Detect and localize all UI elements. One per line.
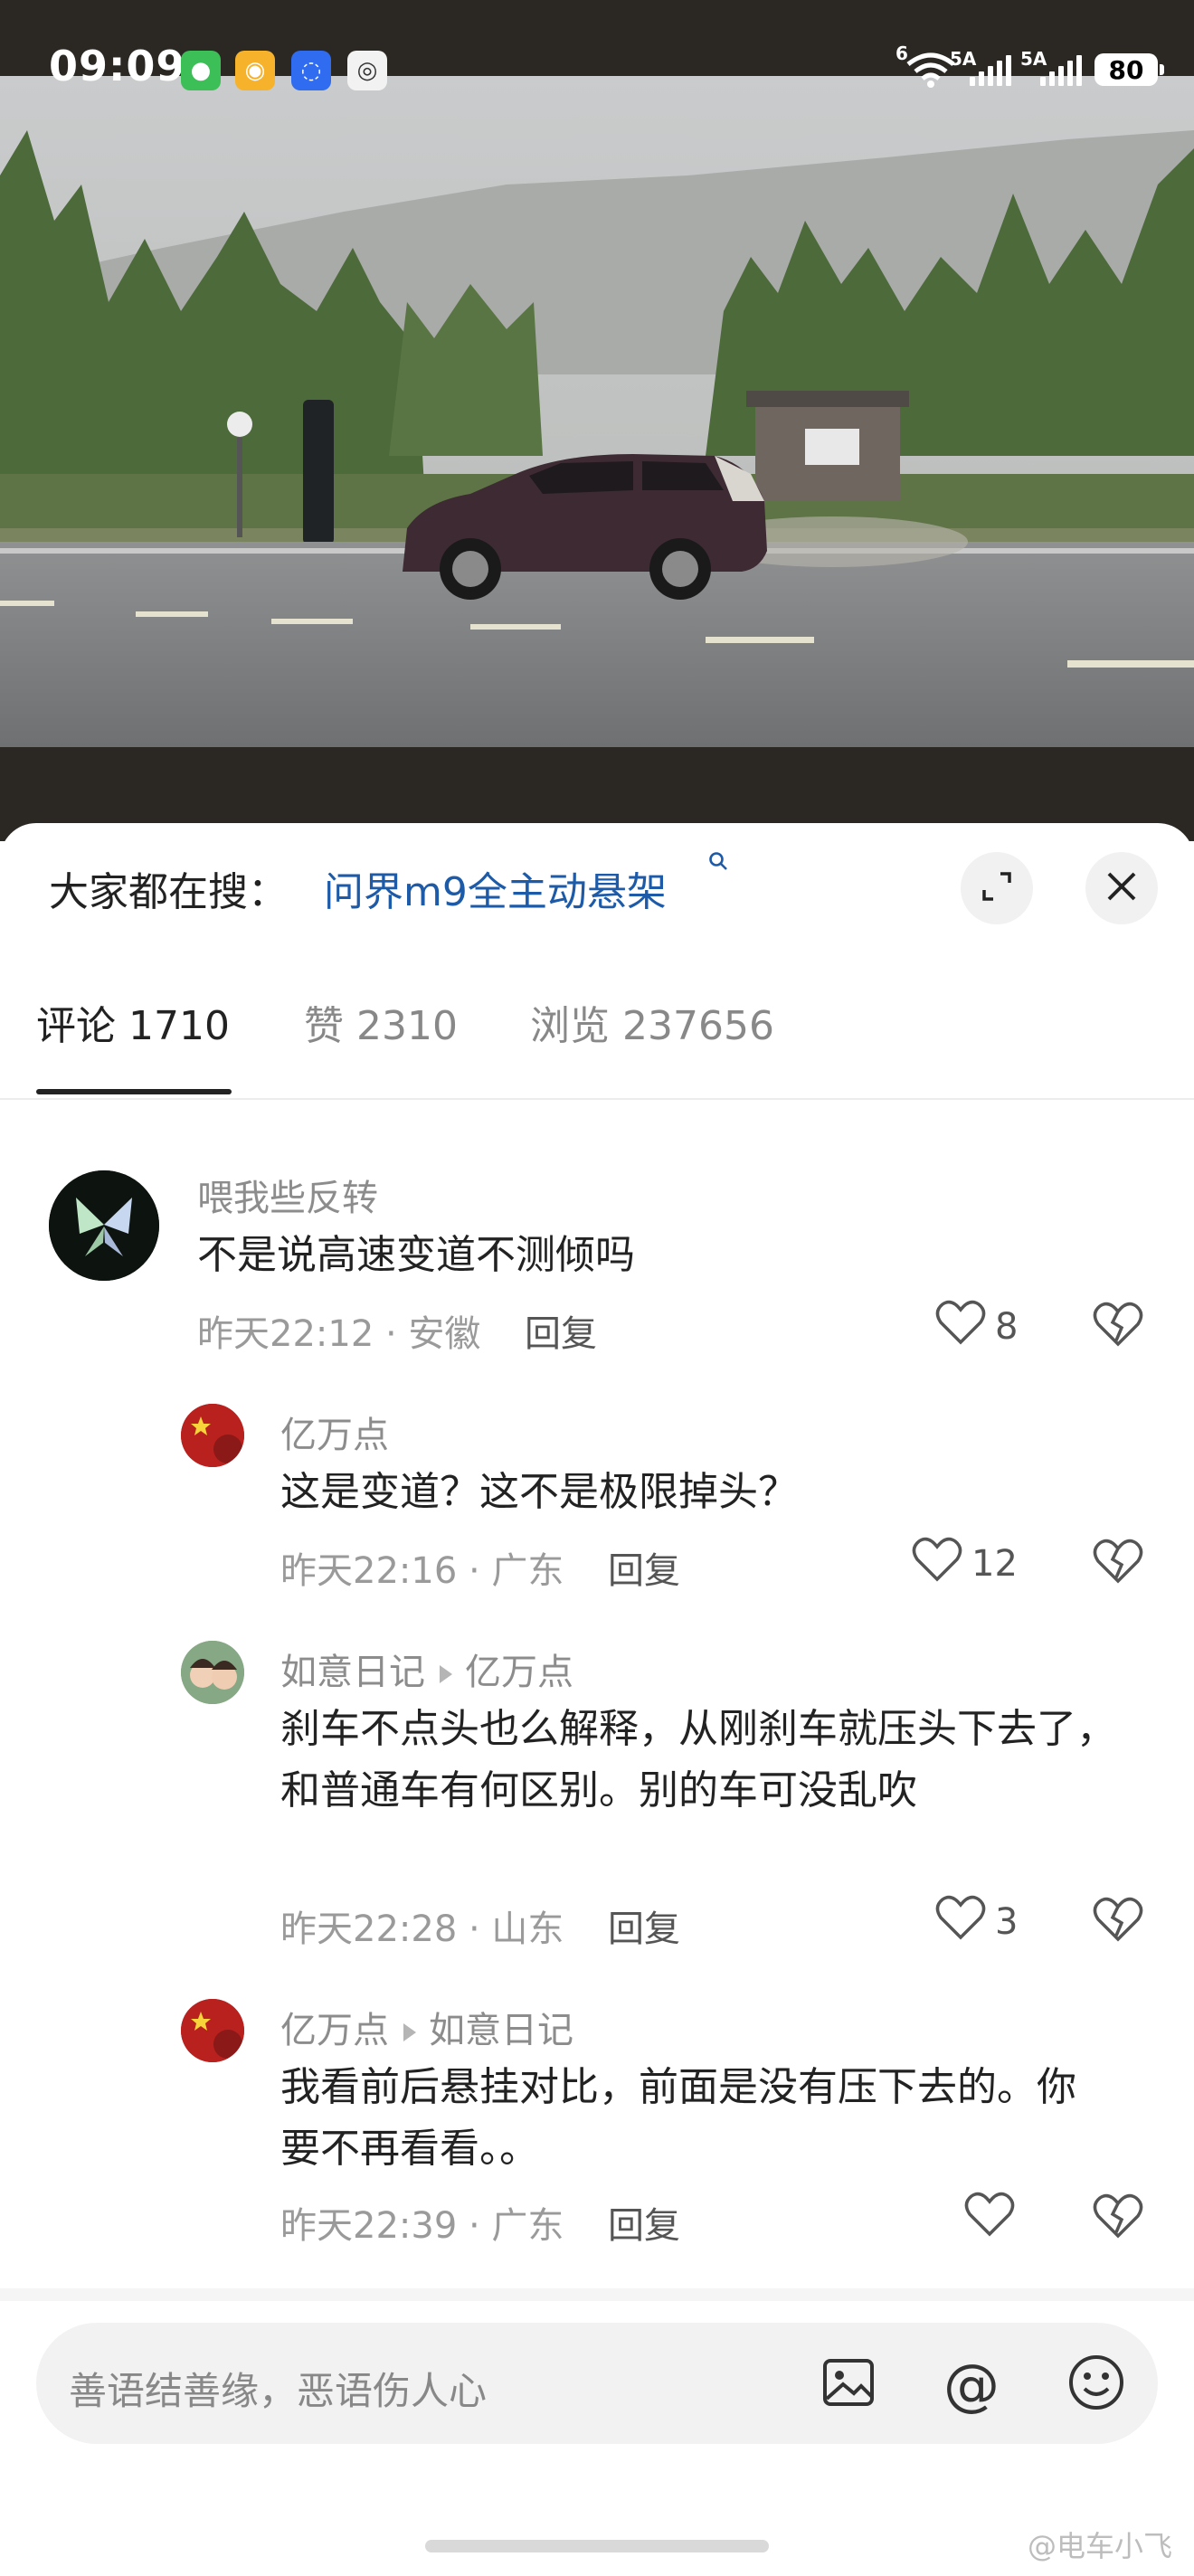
at-icon: @ bbox=[943, 2351, 1000, 2418]
video-player[interactable]: 09:09 ● ◉ ◌ ◎ 6 5A 5A 80 bbox=[0, 0, 1194, 841]
reply-username: 亿万点 如意日记 bbox=[280, 2001, 573, 2053]
reply-author[interactable]: 亿万点 bbox=[280, 2010, 389, 2051]
close-icon bbox=[1102, 867, 1142, 910]
like-count: 3 bbox=[995, 1901, 1019, 1943]
heart-icon bbox=[935, 1894, 986, 1950]
heart-icon bbox=[964, 2191, 1015, 2247]
sim1-label: 5A bbox=[950, 48, 977, 70]
tab-views[interactable]: 浏览 237656 bbox=[530, 993, 774, 1051]
reply-button[interactable]: 回复 bbox=[608, 2196, 680, 2249]
search-icon bbox=[707, 850, 729, 878]
like-button[interactable]: 12 bbox=[912, 1536, 1018, 1592]
like-button[interactable] bbox=[964, 2191, 1024, 2247]
sim2-label: 5A bbox=[1020, 48, 1047, 70]
dislike-button[interactable] bbox=[1093, 1301, 1143, 1351]
broken-heart-icon bbox=[1093, 2193, 1143, 2243]
battery-icon: 80 bbox=[1094, 53, 1164, 86]
wechat-icon: ● bbox=[181, 51, 221, 90]
expand-button[interactable] bbox=[961, 852, 1033, 924]
comment-text: 不是说高速变道不测倾吗 bbox=[197, 1232, 635, 1278]
reply-text: 我看前后悬挂对比，前面是没有压下去的。你要不再看看。。 bbox=[280, 2064, 1076, 2172]
bulb-app-icon: ◌ bbox=[291, 51, 331, 90]
search-suggestion-link[interactable]: 问界m9全主动悬架 bbox=[324, 859, 667, 917]
divider bbox=[0, 2288, 1194, 2301]
comment-time-location: 昨天22:12 · 安徽 bbox=[197, 1313, 481, 1355]
broken-heart-icon bbox=[1093, 1302, 1143, 1351]
comment-sheet: 大家都在搜： 问界m9全主动悬架 评论 1710 赞 2310 浏览 23765… bbox=[0, 823, 1194, 2576]
reply-to-arrow-icon bbox=[403, 2023, 416, 2041]
search-prefix: 大家都在搜： bbox=[49, 869, 288, 915]
reply-time-location: 昨天22:28 · 山东 bbox=[280, 1908, 564, 1950]
avatar[interactable] bbox=[49, 1170, 159, 1281]
signal-icon-sim2: 5A bbox=[1020, 48, 1082, 86]
tab-bar: 评论 1710 赞 2310 浏览 237656 bbox=[0, 984, 1194, 1100]
watermark: @电车小飞 bbox=[1027, 2529, 1172, 2563]
like-button[interactable]: 8 bbox=[935, 1299, 1018, 1355]
emoji-button[interactable] bbox=[1062, 2350, 1131, 2419]
status-bar: 09:09 ● ◉ ◌ ◎ 6 5A 5A 80 bbox=[0, 0, 1194, 136]
like-button[interactable]: 3 bbox=[935, 1894, 1018, 1950]
mention-button[interactable]: @ bbox=[937, 2350, 1006, 2419]
like-count: 8 bbox=[995, 1306, 1019, 1348]
video-frame bbox=[0, 76, 1194, 747]
signal-icon-sim1: 5A bbox=[950, 48, 1011, 86]
camera-app-icon: ◎ bbox=[347, 51, 387, 90]
heart-icon bbox=[935, 1299, 986, 1355]
reply-time-location: 昨天22:16 · 广东 bbox=[280, 1550, 564, 1592]
comment-input-bar[interactable]: 善语结善缘，恶语伤人心 @ bbox=[36, 2323, 1158, 2444]
dislike-button[interactable] bbox=[1093, 1896, 1143, 1946]
search-suggestion-row: 大家都在搜： 问界m9全主动悬架 bbox=[0, 823, 1194, 941]
reply-button[interactable]: 回复 bbox=[608, 1541, 680, 1594]
heart-icon bbox=[912, 1536, 962, 1592]
like-count: 12 bbox=[971, 1543, 1018, 1585]
status-time: 09:09 bbox=[49, 42, 186, 90]
close-button[interactable] bbox=[1085, 852, 1158, 924]
broken-heart-icon bbox=[1093, 1897, 1143, 1946]
tab-likes[interactable]: 赞 2310 bbox=[304, 993, 458, 1051]
reply-username: 如意日记 亿万点 bbox=[280, 1643, 573, 1695]
dislike-button[interactable] bbox=[1093, 2192, 1143, 2243]
emoji-icon bbox=[1066, 2353, 1126, 2416]
avatar[interactable] bbox=[181, 1641, 244, 1704]
reply-time-location: 昨天22:39 · 广东 bbox=[280, 2205, 564, 2247]
reply-text: 刹车不点头也么解释，从刚刹车就压头下去了，和普通车有何区别。别的车可没乱吹 bbox=[280, 1706, 1116, 1814]
active-tab-indicator bbox=[36, 1089, 232, 1094]
reply-author[interactable]: 如意日记 bbox=[280, 1652, 425, 1693]
tab-comments[interactable]: 评论 1710 bbox=[36, 993, 230, 1051]
reply-target[interactable]: 亿万点 bbox=[465, 1652, 573, 1693]
reply-username[interactable]: 亿万点 bbox=[280, 1406, 389, 1458]
dislike-button[interactable] bbox=[1093, 1538, 1143, 1588]
reply-target[interactable]: 如意日记 bbox=[429, 2010, 573, 2051]
avatar[interactable] bbox=[181, 1404, 244, 1467]
reply-text: 这是变道？这不是极限掉头？ bbox=[280, 1469, 798, 1515]
avatar[interactable] bbox=[181, 1999, 244, 2062]
expand-icon bbox=[977, 867, 1017, 910]
broken-heart-icon bbox=[1093, 1539, 1143, 1588]
battery-level: 80 bbox=[1108, 54, 1144, 85]
image-icon bbox=[820, 2353, 877, 2415]
image-picker-button[interactable] bbox=[814, 2350, 883, 2419]
comment-username[interactable]: 喂我些反转 bbox=[197, 1169, 378, 1221]
network-tag: 6 bbox=[896, 43, 908, 64]
comment-input-placeholder[interactable]: 善语结善缘，恶语伤人心 bbox=[69, 2361, 487, 2416]
reply-button[interactable]: 回复 bbox=[608, 1899, 680, 1952]
system-icons: 6 5A 5A 80 bbox=[896, 43, 1164, 92]
weibo-icon: ◉ bbox=[235, 51, 275, 90]
reply-button[interactable]: 回复 bbox=[525, 1304, 597, 1357]
home-indicator[interactable] bbox=[425, 2540, 769, 2552]
reply-to-arrow-icon bbox=[440, 1665, 452, 1683]
